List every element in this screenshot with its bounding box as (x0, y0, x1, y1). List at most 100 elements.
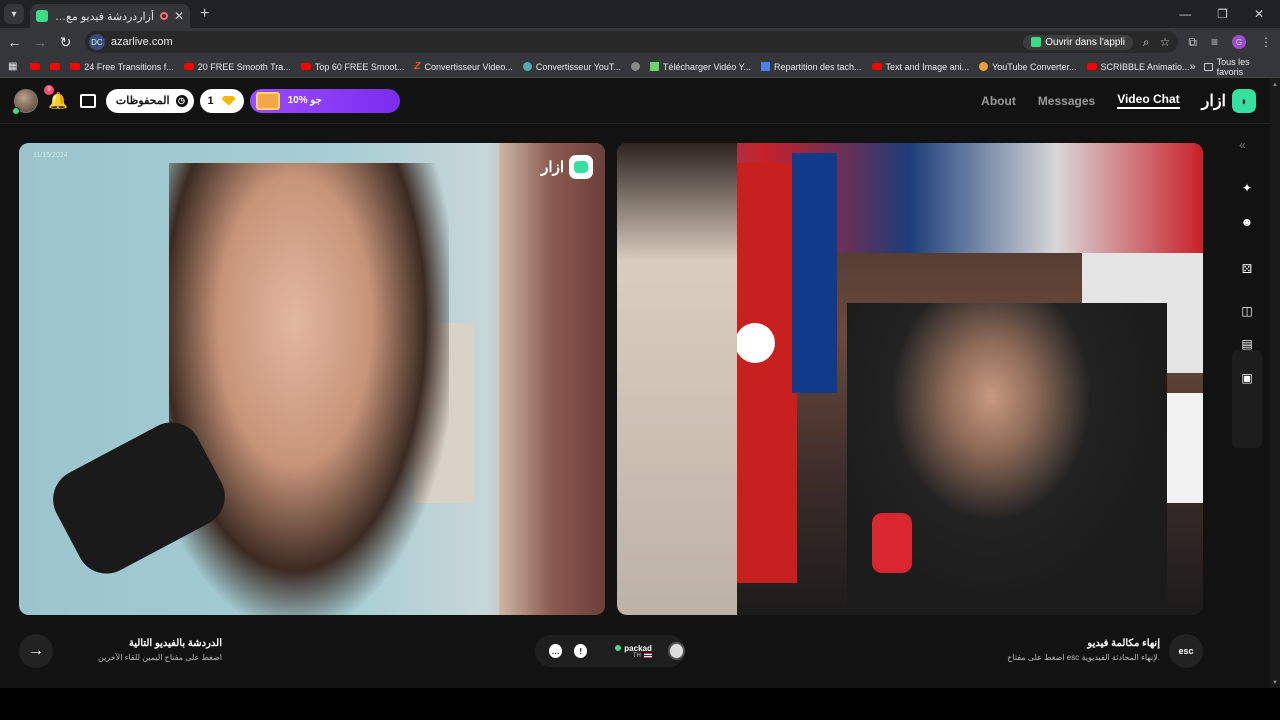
recording-icon (159, 12, 168, 20)
extensions-icon[interactable]: ⧉ (1188, 35, 1197, 50)
bookmark-item[interactable] (30, 63, 41, 70)
scroll-down-icon[interactable]: ▼ (1272, 680, 1278, 686)
bookmark-item[interactable]: Télécharger Vidéo Y... (649, 61, 751, 72)
tab-title: أزاردردشة فيديو مع أشخاص. (54, 10, 154, 23)
next-chat-button[interactable]: → (19, 634, 53, 668)
promo-button[interactable]: 10% جو (249, 88, 400, 113)
bookmark-item[interactable] (630, 62, 640, 71)
download-icon (649, 62, 659, 71)
azar-favicon-icon (36, 10, 48, 22)
open-in-app-label: Ouvrir dans l'appli (1045, 36, 1125, 48)
youtube-icon (183, 63, 194, 70)
partner-name-row: packad (615, 644, 652, 653)
partner-country: TH (632, 652, 641, 659)
gems-count: 1 (207, 94, 214, 107)
partner-info[interactable]: packad TH (615, 644, 652, 659)
tab-search-button[interactable]: ▾ (4, 4, 24, 24)
nav-messages[interactable]: Messages (1038, 94, 1095, 108)
window-controls: — ❐ ✕ (1179, 7, 1264, 21)
new-tab-button[interactable]: + (200, 5, 209, 23)
end-call-hint: اضغط على مفتاح esc لإنهاء المحادثة الفيد… (1007, 653, 1160, 662)
zoom-icon[interactable]: ⌕ (1143, 35, 1150, 50)
bookmark-label: Télécharger Vidéo Y... (662, 61, 751, 72)
partner-avatar[interactable] (667, 642, 685, 660)
minimize-icon[interactable]: — (1179, 7, 1191, 21)
bookmark-item[interactable]: Top 60 FREE Smoot... (300, 61, 405, 72)
all-bookmarks-folder[interactable]: Tous les favoris (1203, 56, 1270, 77)
nav-video-chat[interactable]: Video Chat (1117, 92, 1180, 109)
reload-icon[interactable]: ↻ (54, 34, 77, 51)
bookmark-star-icon[interactable]: ☆ (1160, 35, 1171, 49)
forward-icon[interactable]: → (29, 34, 52, 50)
open-in-app-button[interactable]: Ouvrir dans l'appli (1023, 34, 1133, 50)
user-avatar-wrap[interactable] (12, 88, 38, 115)
restore-icon[interactable]: ❐ (1217, 7, 1228, 21)
partner-online-icon (615, 645, 622, 651)
store-icon[interactable] (79, 93, 96, 108)
layout-side-by-side-icon[interactable]: ◫ (1239, 303, 1255, 319)
bookmark-label: Top 60 FREE Smoot... (314, 61, 405, 72)
layout-group (1232, 350, 1262, 448)
tab-close-icon[interactable]: ✕ (174, 9, 184, 23)
youtube-icon (50, 63, 61, 70)
all-bookmarks-label: Tous les favoris (1216, 56, 1250, 77)
media-controls-icon[interactable]: ≡ (1211, 35, 1218, 49)
browser-tab-bar: ▾ أزاردردشة فيديو مع أشخاص. ✕ + — ❐ ✕ (0, 0, 1280, 28)
globe-icon (630, 62, 640, 71)
site-info-icon[interactable]: DC (88, 34, 105, 50)
bookmark-item[interactable]: Text and Image ani... (871, 62, 969, 72)
app-icon (1031, 37, 1042, 47)
layout-pip-icon[interactable]: ▣ (1239, 370, 1255, 386)
bookmark-item[interactable]: SCRIBBLE Animatio... (1086, 61, 1190, 72)
bookmark-label: SCRIBBLE Animatio... (1100, 61, 1190, 72)
bookmark-item[interactable]: Z Convertisseur Video... (414, 61, 513, 72)
dice-icon[interactable]: ⚄ (1239, 261, 1255, 277)
bookmarks-overflow-icon[interactable]: » (1190, 61, 1196, 73)
saved-button[interactable]: المحفوظات ◷ (105, 88, 194, 113)
browser-tab-active[interactable]: أزاردردشة فيديو مع أشخاص. ✕ (30, 4, 190, 28)
url-text[interactable]: azarlive.com (111, 36, 173, 48)
apps-grid-icon[interactable]: ▦ (8, 61, 20, 72)
window-close-icon[interactable]: ✕ (1254, 7, 1264, 21)
watermark-logo-icon (569, 155, 593, 179)
bookmark-item[interactable]: 24 Free Transitions f... (70, 62, 174, 72)
report-shield-icon[interactable]: ! (574, 644, 588, 658)
collapse-rail-icon[interactable]: « (1239, 138, 1246, 152)
scroll-up-icon[interactable]: ▲ (1272, 82, 1278, 88)
next-chat-title: الدردشة بالفيديو التالية (128, 638, 222, 649)
sticker-icon[interactable]: ☻ (1239, 214, 1255, 230)
chat-bubble-icon[interactable]: … (549, 644, 563, 658)
person-silhouette (169, 163, 449, 615)
bookmark-item[interactable]: 20 FREE Smooth Tra... (183, 62, 291, 72)
end-call-title: إنهاء مكالمة فيديو (1087, 638, 1160, 649)
bookmark-item[interactable]: Repartition des tach... (760, 61, 862, 72)
youtube-icon (871, 63, 882, 70)
back-icon[interactable]: ← (3, 34, 26, 50)
brand-name: ازار (1201, 92, 1226, 110)
magic-wand-icon[interactable]: ✦ (1239, 180, 1255, 196)
notification-bell-icon[interactable]: 🔔 9 (44, 84, 68, 111)
omnibox[interactable]: DC azarlive.com Ouvrir dans l'appli ⌕ ☆ (84, 31, 1179, 53)
nav-about[interactable]: About (981, 94, 1016, 108)
bookmark-label: Repartition des tach... (773, 61, 862, 72)
bookmark-item[interactable]: Convertisseur YouT... (522, 61, 621, 72)
history-clock-icon: ◷ (175, 94, 188, 107)
browser-menu-icon[interactable]: ⋮ (1260, 35, 1272, 49)
gems-button[interactable]: 1 (199, 88, 244, 113)
page-scrollbar[interactable]: ▲ ▼ (1270, 78, 1280, 688)
bookmark-item[interactable]: YouTube Converter... (979, 61, 1077, 72)
doc-icon (760, 62, 770, 71)
video-watermark: ازار (541, 155, 593, 179)
layout-stacked-icon[interactable]: ▤ (1239, 336, 1255, 352)
azar-app: 🔔 9 المحفوظات ◷ 1 10% جو About Messages … (0, 78, 1270, 688)
bookmark-item[interactable] (50, 63, 61, 70)
end-call-button[interactable]: esc (1169, 634, 1203, 668)
brand-logo[interactable]: ازار ◗ (1201, 88, 1256, 113)
bookmark-label: Convertisseur YouT... (535, 61, 621, 72)
treasure-chest-icon (255, 91, 280, 110)
bookmark-label: YouTube Converter... (992, 61, 1077, 72)
bookmark-label: 24 Free Transitions f... (84, 61, 174, 72)
boca-scarf (792, 153, 837, 393)
profile-avatar[interactable]: G (1232, 35, 1247, 49)
next-chat-hint: اضغط على مفتاح اليمين للقاء الآخرين (97, 653, 222, 662)
